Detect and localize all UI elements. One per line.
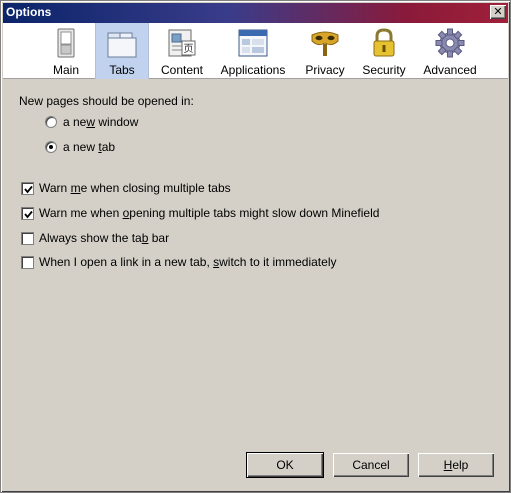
pane-security[interactable]: Security [359,23,409,79]
checkbox-warn-opening-label: Warn me when opening multiple tabs might… [39,206,380,220]
checkbox-switch-to-new-tab-label: When I open a link in a new tab, switch … [39,255,337,269]
pane-content-label: Content [160,63,204,77]
cancel-button[interactable]: Cancel [333,453,409,477]
pane-privacy-label: Privacy [305,63,345,77]
pane-tabs[interactable]: Tabs [95,23,149,79]
new-pages-heading: New pages should be opened in: [19,94,194,108]
checkbox-switch-to-new-tab-box[interactable] [21,256,34,269]
privacy-mask-icon [311,31,339,56]
tabs-pane-content: New pages should be opened in: a new win… [3,80,508,445]
checkmark-icon [24,185,33,194]
pane-advanced-label: Advanced [423,63,477,77]
pane-privacy[interactable]: Privacy [301,23,349,79]
checkbox-always-show-tab-bar-label: Always show the tab bar [39,231,170,245]
options-dialog: Options ✕ Main Tabs 页 Content Applicatio… [0,0,511,493]
svg-text:页: 页 [184,43,194,55]
radio-new-window-label: a new window [63,115,139,129]
pane-applications-label: Applications [220,63,286,77]
title-bar[interactable]: Options ✕ [3,3,508,23]
radio-new-tab-circle[interactable] [45,141,57,153]
checkbox-always-show-tab-bar-box[interactable] [21,232,34,245]
radio-new-window-circle[interactable] [45,116,57,128]
pane-applications[interactable]: Applications [215,23,291,79]
switch-icon [57,28,75,58]
applications-window-icon [238,29,268,57]
help-button[interactable]: Help [418,453,494,477]
pane-security-label: Security [362,63,406,77]
tabs-window-icon [107,32,137,58]
checkbox-warn-opening-box[interactable] [21,207,34,220]
ok-button[interactable]: OK [246,452,324,478]
close-button[interactable]: ✕ [490,5,506,19]
security-lock-icon [373,28,395,57]
window-title: Options [6,5,52,19]
advanced-gear-icon [435,28,465,58]
checkbox-warn-closing-label: Warn me when closing multiple tabs [39,181,231,195]
radio-new-tab-label: a new tab [63,140,116,154]
content-document-icon: 页 [168,29,196,57]
pane-toolbar: Main Tabs 页 Content Applications Privacy… [3,23,508,79]
pane-main[interactable]: Main [45,23,87,79]
pane-content[interactable]: 页 Content [153,23,211,79]
pane-advanced[interactable]: Advanced [417,23,483,79]
checkbox-warn-closing-box[interactable] [21,182,34,195]
pane-tabs-label: Tabs [109,63,135,77]
checkmark-icon [24,210,33,219]
pane-main-label: Main [52,63,79,77]
